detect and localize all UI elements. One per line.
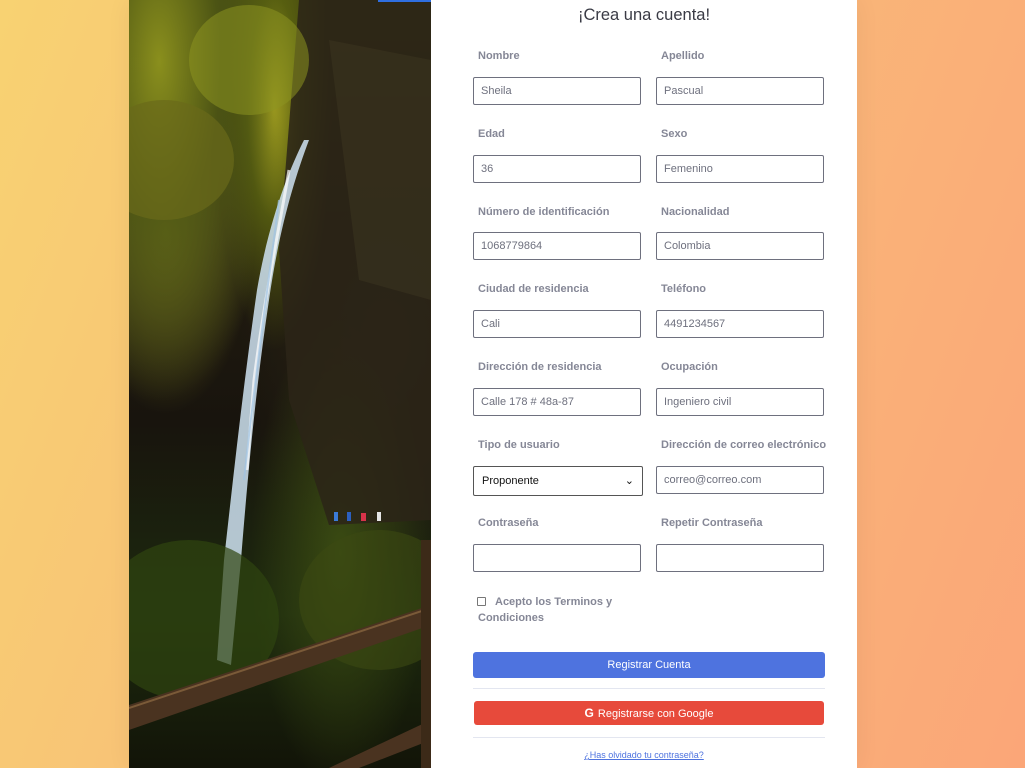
- occupation-input[interactable]: Ingeniero civil: [656, 388, 824, 416]
- divider-top: [473, 688, 825, 689]
- nationality-label: Nacionalidad: [661, 206, 730, 218]
- age-label: Edad: [478, 128, 505, 140]
- first-name-label: Nombre: [478, 50, 520, 62]
- city-input[interactable]: Cali: [473, 310, 641, 338]
- email-label: Dirección de correo electrónico: [661, 439, 827, 451]
- google-register-label: Registrarse con Google: [597, 708, 714, 720]
- chevron-down-icon: ⌄: [624, 475, 634, 487]
- address-input[interactable]: Calle 178 # 48a-87: [473, 388, 641, 416]
- nationality-input[interactable]: Colombia: [656, 232, 824, 260]
- google-icon: G: [584, 706, 594, 720]
- forgot-password-link[interactable]: ¿Has olvidado tu contraseña?: [431, 750, 857, 760]
- last-name-label: Apellido: [661, 50, 705, 62]
- password-input[interactable]: [473, 544, 641, 572]
- user-type-select[interactable]: Proponente ⌄: [473, 466, 643, 496]
- occupation-label: Ocupación: [661, 361, 718, 373]
- age-input[interactable]: 36: [473, 155, 641, 183]
- city-label: Ciudad de residencia: [478, 283, 589, 295]
- repeat-password-input[interactable]: [656, 544, 824, 572]
- waterfall-illustration: [129, 0, 431, 768]
- google-register-button[interactable]: G Registrarse con Google: [474, 701, 824, 725]
- register-form: ¡Crea una cuenta! Nombre Apellido Sheila…: [431, 0, 857, 768]
- top-accent-bar: [378, 0, 431, 2]
- user-type-selected: Proponente: [482, 475, 539, 487]
- phone-input[interactable]: 4491234567: [656, 310, 824, 338]
- id-number-label: Número de identificación: [478, 206, 610, 218]
- last-name-input[interactable]: Pascual: [656, 77, 824, 105]
- page-title: ¡Crea una cuenta!: [577, 6, 711, 24]
- terms-label: Acepto los Terminos y Condiciones: [478, 596, 613, 624]
- user-type-label: Tipo de usuario: [478, 439, 560, 451]
- sex-label: Sexo: [661, 128, 688, 140]
- id-number-input[interactable]: 1068779864: [473, 232, 641, 260]
- waterfall-photo: [129, 0, 431, 768]
- first-name-input[interactable]: Sheila: [473, 77, 641, 105]
- phone-label: Teléfono: [661, 283, 707, 295]
- register-card: ¡Crea una cuenta! Nombre Apellido Sheila…: [129, 0, 857, 768]
- email-input[interactable]: correo@correo.com: [656, 466, 824, 494]
- register-button[interactable]: Registrar Cuenta: [473, 652, 825, 678]
- password-label: Contraseña: [478, 517, 539, 529]
- sex-input[interactable]: Femenino: [656, 155, 824, 183]
- repeat-password-label: Repetir Contraseña: [661, 517, 763, 529]
- divider-bottom: [473, 737, 825, 738]
- address-label: Dirección de residencia: [478, 361, 602, 373]
